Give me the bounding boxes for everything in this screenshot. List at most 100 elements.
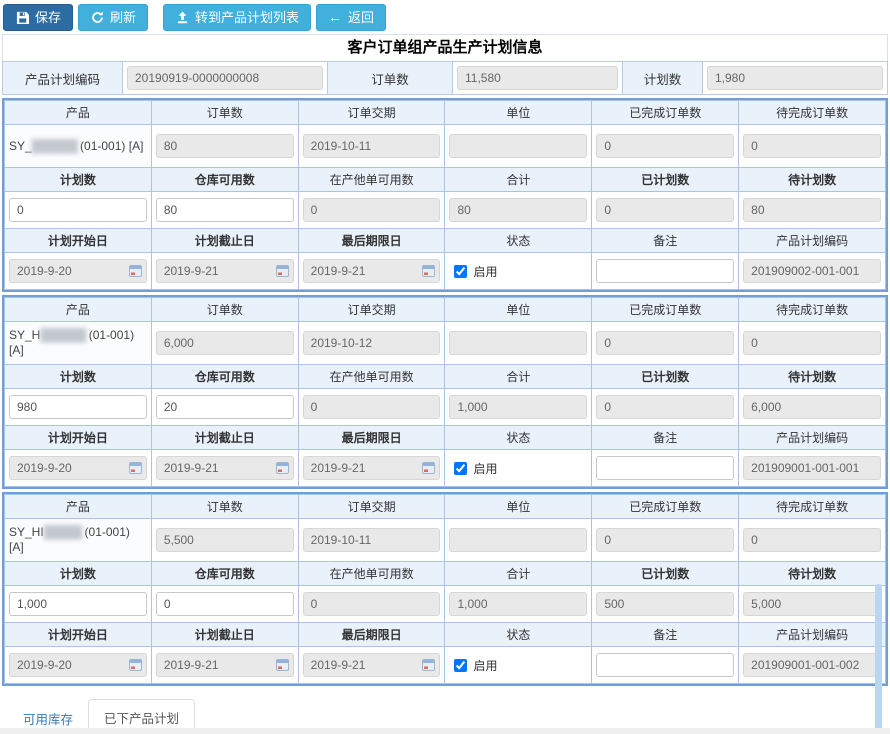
total-header: 合计 [445,562,592,586]
status-header: 状态 [445,623,592,647]
total-qty-input [449,395,587,419]
to-plan-qty-input [743,395,881,419]
calendar-icon[interactable] [129,659,142,671]
back-arrow-icon: ← [328,11,342,24]
calendar-icon[interactable] [422,659,435,671]
plan-block-1: 产品 订单数 订单交期 单位 已完成订单数 待完成订单数 SY_██████ (… [2,98,888,292]
end-date-header: 计划截止日 [151,623,298,647]
plan-block-3: 产品 订单数 订单交期 单位 已完成订单数 待完成订单数 SY_HI█████ … [2,492,888,686]
goto-plan-list-label: 转到产品计划列表 [195,10,299,25]
order-qty-input [156,528,294,552]
remark-header: 备注 [592,426,739,450]
completed-qty-input [596,134,734,158]
delivery-date-input [303,528,441,552]
delivery-header: 订单交期 [298,101,445,125]
other-avail-header: 在产他单可用数 [298,365,445,389]
product-name: SY_HI█████ (01-001) [A] [5,519,152,562]
completed-header: 已完成订单数 [592,495,739,519]
product-header: 产品 [5,298,152,322]
plan-end-date-input[interactable] [156,653,294,677]
deadline-header: 最后期限日 [298,229,445,253]
unit-header: 单位 [445,298,592,322]
save-button[interactable]: 保存 [3,4,73,31]
enabled-checkbox[interactable] [454,659,467,672]
summary-row: 产品计划编码 订单数 计划数 [2,61,888,95]
completed-qty-input [596,528,734,552]
uncompleted-qty-input [743,331,881,355]
deadline-header: 最后期限日 [298,426,445,450]
calendar-icon[interactable] [276,659,289,671]
plan-start-date-input[interactable] [9,259,147,283]
calendar-icon[interactable] [276,265,289,277]
plan-code-input [743,259,881,283]
warehouse-header: 仓库可用数 [151,562,298,586]
enabled-label: 启用 [473,657,497,674]
bottom-scroll-strip [0,728,890,734]
order-qty-header: 订单数 [151,101,298,125]
redacted-text: █████ [44,525,82,539]
plan-qty-input[interactable] [9,395,147,419]
vertical-scrollbar[interactable] [875,584,882,734]
end-date-header: 计划截止日 [151,229,298,253]
order-qty-input [156,331,294,355]
enabled-checkbox[interactable] [454,265,467,278]
calendar-icon[interactable] [129,462,142,474]
remark-input[interactable] [596,653,734,677]
remark-header: 备注 [592,623,739,647]
plan-start-date-input[interactable] [9,653,147,677]
goto-plan-list-button[interactable]: 转到产品计划列表 [163,4,311,31]
deadline-date-input[interactable] [303,259,441,283]
warehouse-qty-input[interactable] [156,198,294,222]
start-date-header: 计划开始日 [5,229,152,253]
product-name: SY_██████ (01-001) [A] [5,125,152,168]
calendar-icon[interactable] [129,265,142,277]
deadline-date-input[interactable] [303,653,441,677]
refresh-button[interactable]: 刷新 [78,4,148,31]
other-order-qty-input [303,395,441,419]
to-plan-header: 待计划数 [739,168,886,192]
completed-header: 已完成订单数 [592,298,739,322]
remark-input[interactable] [596,456,734,480]
plan-code-header: 产品计划编码 [739,229,886,253]
summary-order-qty-input [457,66,618,90]
summary-order-qty-cell [453,62,623,94]
enabled-label: 启用 [473,263,497,280]
calendar-icon[interactable] [276,462,289,474]
unit-header: 单位 [445,101,592,125]
calendar-icon[interactable] [422,265,435,277]
unit-input [449,331,587,355]
summary-plan-code-input [127,66,323,90]
completed-qty-input [596,331,734,355]
warehouse-qty-input[interactable] [156,592,294,616]
plan-qty-header: 计划数 [5,365,152,389]
enabled-checkbox[interactable] [454,462,467,475]
unit-input [449,528,587,552]
plan-end-date-input[interactable] [156,259,294,283]
back-button-label: 返回 [348,10,374,25]
plan-end-date-input[interactable] [156,456,294,480]
upload-icon [175,11,189,25]
uncompleted-header: 待完成订单数 [739,495,886,519]
save-icon [15,11,29,25]
end-date-header: 计划截止日 [151,426,298,450]
other-order-qty-input [303,198,441,222]
uncompleted-header: 待完成订单数 [739,298,886,322]
plan-qty-input[interactable] [9,198,147,222]
plan-code-input [743,653,881,677]
total-qty-input [449,592,587,616]
refresh-icon [90,11,104,25]
to-plan-header: 待计划数 [739,365,886,389]
plan-qty-input[interactable] [9,592,147,616]
plan-start-date-input[interactable] [9,456,147,480]
unit-input [449,134,587,158]
summary-plan-qty-label: 计划数 [623,62,703,94]
order-qty-input [156,134,294,158]
warehouse-qty-input[interactable] [156,395,294,419]
remark-input[interactable] [596,259,734,283]
to-plan-qty-input [743,198,881,222]
back-button[interactable]: ← 返回 [316,4,386,31]
plan-block-2: 产品 订单数 订单交期 单位 已完成订单数 待完成订单数 SY_H██████ … [2,295,888,489]
deadline-date-input[interactable] [303,456,441,480]
calendar-icon[interactable] [422,462,435,474]
summary-order-qty-label: 订单数 [328,62,453,94]
